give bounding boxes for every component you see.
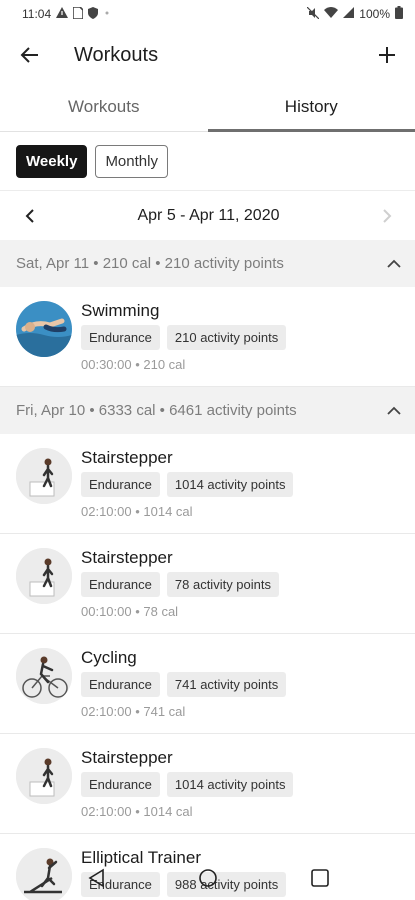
cycling-icon [16, 648, 72, 704]
category-tag: Endurance [81, 325, 160, 350]
wifi-icon [324, 7, 339, 21]
workout-item[interactable]: Stairstepper Endurance 1014 activity poi… [0, 434, 415, 534]
workout-name: Elliptical Trainer [81, 848, 201, 867]
workout-meta: 02:10:00 • 1014 cal [81, 804, 193, 819]
category-tag: Endurance [81, 472, 160, 497]
workout-name: Swimming [81, 301, 160, 320]
chevron-up-icon [387, 406, 401, 415]
system-home-button[interactable] [196, 866, 220, 890]
day-summary: Fri, Apr 10 • 6333 cal • 6461 activity p… [16, 402, 297, 419]
plus-icon [379, 47, 395, 63]
points-tag: 1014 activity points [166, 772, 294, 797]
points-tag: 741 activity points [166, 672, 287, 697]
workout-name: Stairstepper [81, 448, 173, 467]
signal-icon [343, 7, 355, 21]
triangle-back-icon [87, 868, 104, 888]
add-workout-button[interactable] [373, 41, 401, 69]
arrow-left-icon [20, 47, 38, 63]
category-tag: Endurance [81, 672, 160, 697]
swimming-icon [16, 301, 72, 357]
status-time: 11:04 [22, 7, 52, 21]
workout-item[interactable]: Stairstepper Endurance 78 activity point… [0, 534, 415, 634]
category-tag: Endurance [81, 772, 160, 797]
day-summary: Sat, Apr 11 • 210 cal • 210 activity poi… [16, 255, 284, 272]
weekly-toggle-button[interactable]: Weekly [16, 145, 88, 178]
workout-item[interactable]: Stairstepper Endurance 1014 activity poi… [0, 734, 415, 834]
shield-icon [88, 6, 99, 22]
system-back-button[interactable] [84, 866, 108, 890]
sim-icon [72, 5, 84, 22]
workout-meta: 00:30:00 • 210 cal [81, 357, 186, 372]
workout-name: Cycling [81, 648, 137, 667]
next-week-button[interactable] [377, 206, 397, 226]
chevron-left-icon [25, 208, 34, 223]
chevron-up-icon [387, 259, 401, 268]
system-nav-bar [0, 866, 415, 890]
points-tag: 78 activity points [166, 572, 279, 597]
workout-meta: 00:10:00 • 78 cal [81, 604, 179, 619]
workout-item[interactable]: Cycling Endurance 741 activity points 02… [0, 634, 415, 734]
tab-history[interactable]: History [207, 82, 415, 132]
dot-icon [103, 8, 111, 20]
day-header[interactable]: Fri, Apr 10 • 6333 cal • 6461 activity p… [0, 387, 415, 434]
previous-week-button[interactable] [20, 206, 40, 226]
period-toggle: Weekly Monthly [0, 132, 415, 191]
stairstepper-icon [16, 748, 72, 804]
points-tag: 1014 activity points [166, 472, 294, 497]
workout-meta: 02:10:00 • 1014 cal [81, 504, 193, 519]
workout-name: Stairstepper [81, 748, 173, 767]
battery-icon [395, 6, 403, 22]
workout-meta: 02:10:00 • 741 cal [81, 704, 186, 719]
stairstepper-icon [16, 448, 72, 504]
status-bar: 11:04 100% [0, 0, 415, 28]
circle-home-icon [198, 869, 217, 887]
chevron-right-icon [383, 208, 392, 223]
date-range-label: Apr 5 - Apr 11, 2020 [137, 206, 280, 224]
stairstepper-icon [16, 548, 72, 604]
workout-item[interactable]: Swimming Endurance 210 activity points 0… [0, 287, 415, 387]
app-bar: Workouts [0, 28, 415, 82]
system-recents-button[interactable] [308, 866, 332, 890]
day-header[interactable]: Sat, Apr 11 • 210 cal • 210 activity poi… [0, 240, 415, 287]
battery-percent: 100% [359, 7, 390, 21]
page-title: Workouts [74, 43, 159, 66]
tab-workouts[interactable]: Workouts [0, 82, 208, 131]
back-button[interactable] [16, 41, 44, 69]
square-recents-icon [310, 869, 329, 887]
monthly-toggle-button[interactable]: Monthly [95, 145, 168, 178]
category-tag: Endurance [81, 572, 160, 597]
date-navigator: Apr 5 - Apr 11, 2020 [0, 191, 415, 240]
alert-icon [56, 7, 69, 21]
mute-icon [306, 6, 320, 22]
points-tag: 210 activity points [166, 325, 287, 350]
workout-name: Stairstepper [81, 548, 173, 567]
tab-bar: Workouts History [0, 82, 415, 132]
